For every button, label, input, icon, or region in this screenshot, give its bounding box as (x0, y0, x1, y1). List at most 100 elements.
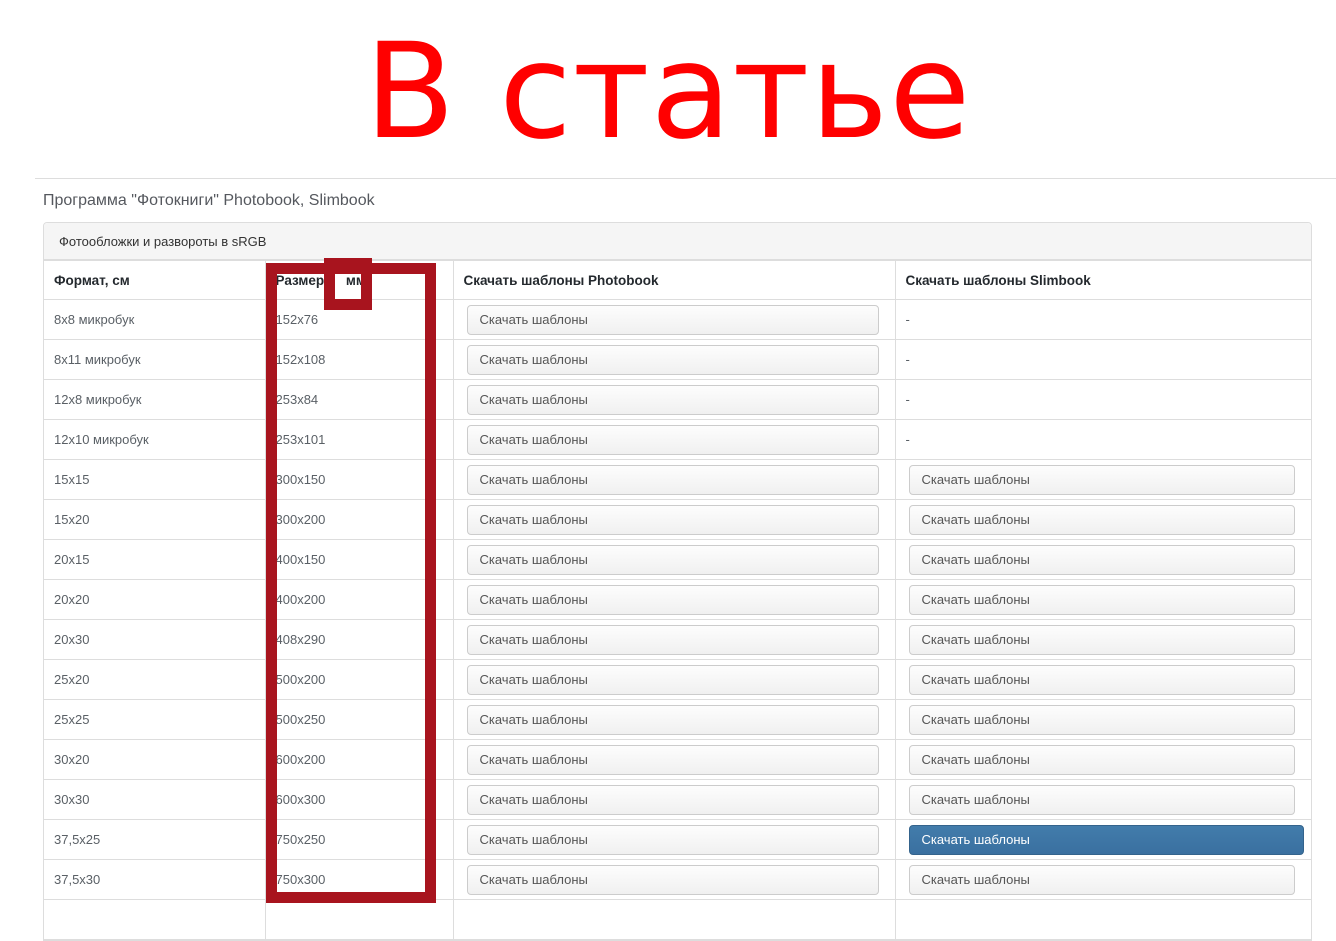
format-cell: 20x30 (44, 620, 265, 660)
slimbook-cell: - (895, 300, 1311, 340)
size-cell: 500x250 (265, 700, 453, 740)
table-row: 15x15300x150 Скачать шаблоны Скачать шабло… (44, 460, 1311, 500)
size-header-unit-mm: мм (346, 273, 366, 288)
page-title: Программа "Фотокниги" Photobook, Slimboo… (43, 192, 375, 210)
column-header-size: Размер, мм (265, 261, 453, 300)
download-slimbook-button[interactable]: Скачать шаблоны (909, 865, 1296, 895)
photobook-cell: Скачать шаблоны (453, 620, 895, 660)
no-template-dash: - (906, 312, 910, 327)
photobook-cell: Скачать шаблоны (453, 420, 895, 460)
download-photobook-button[interactable]: Скачать шаблоны (467, 305, 879, 335)
slimbook-cell: Скачать шаблоны (895, 660, 1311, 700)
format-cell: 37,5x25 (44, 820, 265, 860)
size-cell: 400x150 (265, 540, 453, 580)
format-cell: 37,5x30 (44, 860, 265, 900)
download-slimbook-button[interactable]: Скачать шаблоны (909, 465, 1296, 495)
horizontal-divider (35, 178, 1336, 179)
format-cell: 25x20 (44, 660, 265, 700)
download-slimbook-button[interactable]: Скачать шаблоны (909, 505, 1296, 535)
download-photobook-button[interactable]: Скачать шаблоны (467, 545, 879, 575)
table-row: 25x25500x250 Скачать шаблоны Скачать шабло… (44, 700, 1311, 740)
format-cell: 20x15 (44, 540, 265, 580)
table-row: 25x20500x200 Скачать шаблоны Скачать шабло… (44, 660, 1311, 700)
slimbook-cell: - (895, 340, 1311, 380)
photobook-cell: Скачать шаблоны (453, 860, 895, 900)
table-row: 30x20600x200Скачать шаблоныСкачать шабло… (44, 740, 1311, 780)
photobook-cell: Скачать шаблоны (453, 700, 895, 740)
table-row: 20x30408x290 Скачать шаблоны Скачать шабло… (44, 620, 1311, 660)
download-photobook-button[interactable]: Скачать шаблоны (467, 745, 879, 775)
download-slimbook-button[interactable]: Скачать шаблоны (909, 665, 1296, 695)
download-photobook-button[interactable]: Скачать шаблоны (467, 625, 879, 655)
download-photobook-button[interactable]: Скачать шаблоны (467, 585, 879, 615)
format-cell: 30x30 (44, 780, 265, 820)
table-row: 30x30600x300Скачать шаблоныСкачать шабло… (44, 780, 1311, 820)
download-photobook-button[interactable]: Скачать шаблоны (467, 465, 879, 495)
table-row: 37,5x25750x250 Скачать шаблоны Скачать шаб… (44, 820, 1311, 860)
no-template-dash: - (906, 392, 910, 407)
photobook-cell: Скачать шаблоны (453, 580, 895, 620)
size-cell: 300x200 (265, 500, 453, 540)
format-cell: 12x8 микробук (44, 380, 265, 420)
format-cell: 20x20 (44, 580, 265, 620)
column-header-photobook: Скачать шаблоны Photobook (453, 261, 895, 300)
download-photobook-button[interactable]: Скачать шаблоны (467, 825, 879, 855)
size-cell: 300x150 (265, 460, 453, 500)
slimbook-cell: Скачать шаблоны (895, 500, 1311, 540)
photobook-cell: Скачать шаблоны (453, 500, 895, 540)
format-cell: 15x15 (44, 460, 265, 500)
download-slimbook-button[interactable]: Скачать шаблоны (909, 745, 1296, 775)
slimbook-cell: Скачать шаблоны (895, 740, 1311, 780)
format-cell: 25x25 (44, 700, 265, 740)
download-photobook-button[interactable]: Скачать шаблоны (467, 425, 879, 455)
size-header-prefix: Размер, (276, 273, 328, 288)
download-photobook-button[interactable]: Скачать шаблоны (467, 345, 879, 375)
format-cell: 8x11 микробук (44, 340, 265, 380)
photobook-cell: Скачать шаблоны (453, 460, 895, 500)
photobook-cell: Скачать шаблоны (453, 540, 895, 580)
photobook-cell: Скачать шаблоны (453, 660, 895, 700)
slimbook-cell: - (895, 420, 1311, 460)
slimbook-cell: Скачать шаблоны (895, 860, 1311, 900)
size-cell: 600x200 (265, 740, 453, 780)
templates-panel: Фотообложки и развороты в sRGB Формат, с… (43, 222, 1312, 941)
photobook-cell: Скачать шаблоны (453, 380, 895, 420)
photobook-cell: Скачать шаблоны (453, 300, 895, 340)
table-row: 12x10 микробук253x101Скачать шаблоны- (44, 420, 1311, 460)
photobook-cell: Скачать шаблоны (453, 340, 895, 380)
slimbook-cell: Скачать шаблоны (895, 620, 1311, 660)
download-photobook-button[interactable]: Скачать шаблоны (467, 505, 879, 535)
download-photobook-button[interactable]: Скачать шаблоны (467, 385, 879, 415)
size-cell: 152x108 (265, 340, 453, 380)
download-photobook-button[interactable]: Скачать шаблоны (467, 785, 879, 815)
download-slimbook-button[interactable]: Скачать шаблоны (909, 625, 1296, 655)
table-row: 20x20400x200 Скачать шаблоны Скачать шабло… (44, 580, 1311, 620)
download-photobook-button[interactable]: Скачать шаблоны (467, 705, 879, 735)
size-cell: 408x290 (265, 620, 453, 660)
size-cell: 400x200 (265, 580, 453, 620)
download-photobook-button[interactable]: Скачать шаблоны (467, 865, 879, 895)
sizes-table: Формат, см Размер, мм Скачать шаблоны Pho… (44, 260, 1311, 940)
download-slimbook-primary-button[interactable]: Скачать шаблоны (909, 825, 1305, 855)
photobook-cell: Скачать шаблоны (453, 740, 895, 780)
slimbook-cell: Скачать шаблоны (895, 700, 1311, 740)
download-slimbook-button[interactable]: Скачать шаблоны (909, 785, 1296, 815)
slimbook-cell: - (895, 380, 1311, 420)
size-cell: 152x76 (265, 300, 453, 340)
table-row: 15x20300x200Скачать шаблоныСкачать шабло… (44, 500, 1311, 540)
slimbook-cell: Скачать шаблоны (895, 820, 1311, 860)
slimbook-cell: Скачать шаблоны (895, 460, 1311, 500)
download-slimbook-button[interactable]: Скачать шаблоны (909, 585, 1296, 615)
panel-header: Фотообложки и развороты в sRGB (44, 223, 1311, 260)
size-cell: 750x250 (265, 820, 453, 860)
download-photobook-button[interactable]: Скачать шаблоны (467, 665, 879, 695)
table-row: 8x11 микробук152x108 Скачать шаблоны- (44, 340, 1311, 380)
no-template-dash: - (906, 432, 910, 447)
download-slimbook-button[interactable]: Скачать шаблоны (909, 705, 1296, 735)
table-header-row: Формат, см Размер, мм Скачать шаблоны Pho… (44, 261, 1311, 300)
size-cell: 500x200 (265, 660, 453, 700)
headline-text: В статье (0, 12, 1336, 172)
column-header-format: Формат, см (44, 261, 265, 300)
table-row: 37,5x30750x300Скачать шаблоныСкачать шаб… (44, 860, 1311, 900)
download-slimbook-button[interactable]: Скачать шаблоны (909, 545, 1296, 575)
